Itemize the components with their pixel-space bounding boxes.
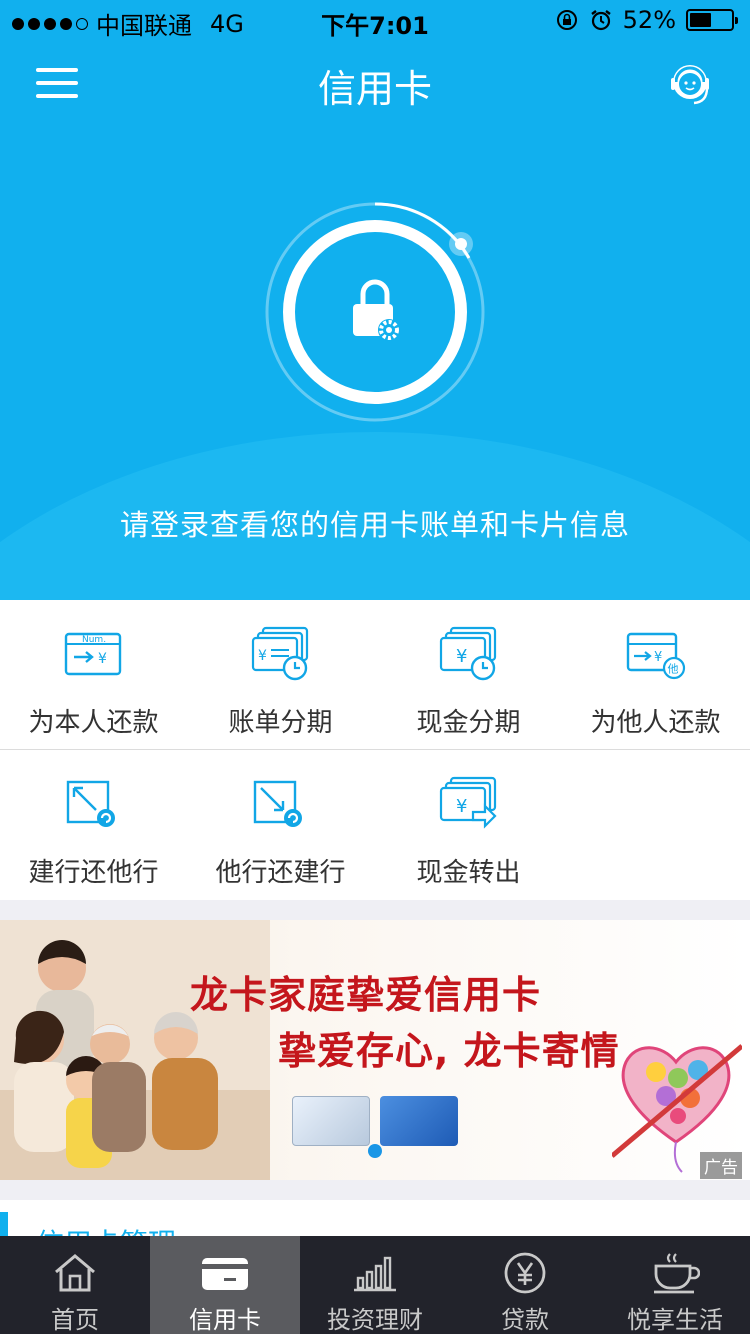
svg-text:他: 他 <box>668 663 679 676</box>
credit-card-image <box>292 1096 370 1146</box>
tab-label: 信用卡 <box>189 1306 261 1334</box>
bill-installment-icon: ¥ <box>251 626 309 681</box>
repay-others-icon: ¥ 他 <box>626 632 686 680</box>
svg-text:Num.: Num. <box>82 635 106 645</box>
tab-label: 首页 <box>51 1306 99 1334</box>
battery-icon <box>686 9 738 31</box>
alarm-icon <box>590 10 611 31</box>
family-photo <box>0 920 270 1180</box>
credit-card-icon <box>202 1258 248 1290</box>
status-bar: 中国联通 4G 下午7:01 52% <box>0 0 750 40</box>
bill-installment-item[interactable]: ¥ 账单分期 <box>187 600 374 750</box>
svg-text:¥: ¥ <box>258 648 267 664</box>
orientation-lock-icon <box>556 10 577 30</box>
repay-others-item[interactable]: ¥ 他 为他人还款 <box>562 600 749 750</box>
function-label: 现金转出 <box>416 858 521 888</box>
banner-headline: 龙卡家庭挚爱信用卡 <box>190 973 542 1017</box>
home-icon <box>55 1254 95 1292</box>
tab-credit-card[interactable]: 信用卡 <box>150 1236 300 1334</box>
credit-card-image <box>380 1096 458 1146</box>
svg-text:¥: ¥ <box>654 650 662 665</box>
banner-subline: 挚爱存心, 龙卡寄情 <box>278 1029 620 1073</box>
ad-tag: 广告 <box>700 1152 742 1179</box>
function-label: 建行还他行 <box>28 858 159 888</box>
cash-installment-icon: ¥ <box>439 626 497 681</box>
other-bank-to-ccb-item[interactable]: 他行还建行 <box>187 750 374 900</box>
function-label: 他行还建行 <box>215 858 346 888</box>
carousel-indicator <box>368 1144 382 1158</box>
svg-text:¥: ¥ <box>98 651 107 667</box>
bottom-tab-bar: 首页 信用卡 投资理财 贷款 悦享生活 <box>0 1236 750 1334</box>
card-management-section: 信用卡管理 <box>0 1200 750 1260</box>
other-bank-to-ccb-icon <box>253 780 302 827</box>
ccb-to-other-bank-icon <box>66 780 115 827</box>
function-row: ¥ Num. 为本人还款 ¥ 账单分期 ¥ 现金分期 ¥ 他 为他人还款 <box>0 600 750 750</box>
battery-percent: 52% <box>622 6 676 34</box>
function-label: 账单分期 <box>228 708 333 738</box>
function-grid: ¥ Num. 为本人还款 ¥ 账单分期 ¥ 现金分期 ¥ 他 为他人还款 建行还… <box>0 600 750 900</box>
function-label: 为他人还款 <box>590 708 721 738</box>
tab-home[interactable]: 首页 <box>0 1236 150 1334</box>
login-lock-button[interactable] <box>263 200 487 424</box>
cash-transfer-out-item[interactable]: ¥ 现金转出 <box>375 750 562 900</box>
lock-gear-icon <box>353 279 400 341</box>
coffee-cup-icon <box>654 1253 700 1294</box>
page-title: 信用卡 <box>317 67 432 111</box>
status-right: 52% <box>555 6 738 34</box>
function-label: 现金分期 <box>416 708 521 738</box>
function-row: 建行还他行 他行还建行 ¥ 现金转出 <box>0 750 750 900</box>
yen-coin-icon <box>504 1252 546 1294</box>
repay-self-item[interactable]: ¥ Num. 为本人还款 <box>0 600 187 750</box>
chart-icon <box>354 1256 396 1292</box>
tab-lifestyle[interactable]: 悦享生活 <box>600 1236 750 1334</box>
svg-text:¥: ¥ <box>456 796 467 817</box>
tab-loan[interactable]: 贷款 <box>450 1236 600 1334</box>
svg-text:¥: ¥ <box>456 646 467 667</box>
ccb-to-other-bank-item[interactable]: 建行还他行 <box>0 750 187 900</box>
function-label: 为本人还款 <box>28 708 159 738</box>
tab-label: 贷款 <box>501 1306 549 1334</box>
repay-self-icon: ¥ Num. <box>64 632 122 676</box>
customer-service-icon <box>671 65 709 105</box>
tab-label: 投资理财 <box>327 1306 423 1334</box>
cash-installment-item[interactable]: ¥ 现金分期 <box>375 600 562 750</box>
tab-label: 悦享生活 <box>627 1306 723 1334</box>
promo-banner[interactable]: 龙卡家庭挚爱信用卡 挚爱存心, 龙卡寄情 广告 <box>0 920 750 1180</box>
cash-transfer-out-icon: ¥ <box>439 776 497 829</box>
hero-panel: 信用卡 请登录查看您的信用卡账单和卡片信息 <box>0 40 750 600</box>
customer-service-button[interactable] <box>664 58 716 110</box>
login-hint-text[interactable]: 请登录查看您的信用卡账单和卡片信息 <box>0 502 750 544</box>
tab-investment[interactable]: 投资理财 <box>300 1236 450 1334</box>
